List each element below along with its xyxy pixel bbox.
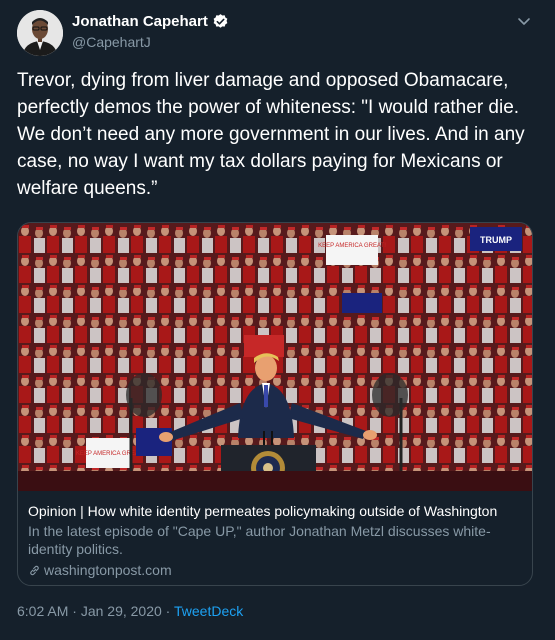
card-title[interactable]: Opinion | How white identity permeates p… <box>28 502 522 520</box>
author-name-row[interactable]: Jonathan Capehart <box>72 13 229 30</box>
chevron-down-icon[interactable] <box>516 13 532 29</box>
meta-separator: · <box>68 603 81 619</box>
tweet: Jonathan Capehart @CapehartJ Trevor, dyi… <box>0 0 555 640</box>
sign-text-2: TRUMP <box>480 235 512 245</box>
card-description: In the latest episode of "Cape UP," auth… <box>28 523 491 557</box>
meta-separator-2: · <box>161 603 174 619</box>
card-domain[interactable]: washingtonpost.com <box>28 562 522 578</box>
card-meta[interactable]: Opinion | How white identity permeates p… <box>28 502 522 578</box>
tweet-source-link[interactable]: TweetDeck <box>174 603 243 619</box>
author-display-name[interactable]: Jonathan Capehart <box>72 13 208 30</box>
author-handle[interactable]: @CapehartJ <box>72 34 151 50</box>
link-icon <box>30 565 39 575</box>
sign-text-1: KEEP AMERICA GREAT! <box>318 243 386 249</box>
avatar[interactable] <box>17 10 63 56</box>
article-image: KEEP AMERICA GREAT! TRUMP KEEP AMERICA G… <box>18 223 532 491</box>
verified-badge-icon <box>213 14 228 28</box>
tweet-text: Trevor, dying from liver damage and oppo… <box>17 70 530 199</box>
tweet-meta: 6:02 AM · Jan 29, 2020 · TweetDeck <box>17 603 243 619</box>
link-card[interactable]: KEEP AMERICA GREAT! TRUMP KEEP AMERICA G… <box>17 222 533 586</box>
tweet-time[interactable]: 6:02 AM <box>17 603 68 619</box>
tweet-date[interactable]: Jan 29, 2020 <box>81 603 162 619</box>
card-domain-text: washingtonpost.com <box>44 562 172 578</box>
